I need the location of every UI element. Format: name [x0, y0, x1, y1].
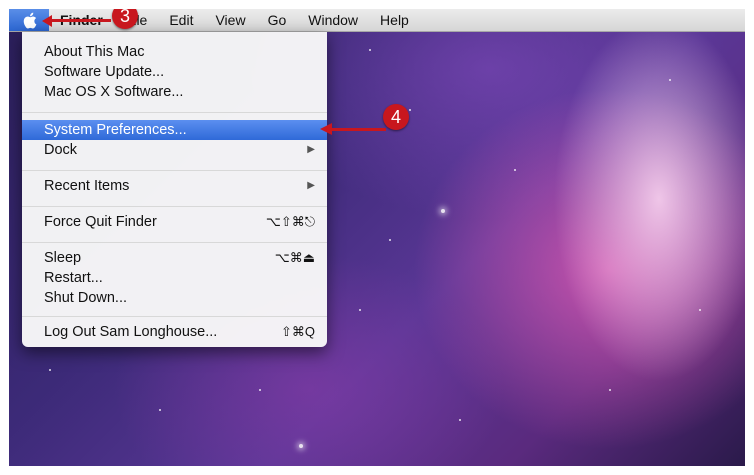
star: [49, 369, 51, 371]
star: [389, 239, 391, 241]
menu-item-dock[interactable]: Dock ▶: [22, 140, 327, 160]
menu-item-software-update[interactable]: Software Update...: [22, 62, 327, 82]
star: [669, 79, 671, 81]
star: [609, 389, 611, 391]
menu-item-sleep[interactable]: Sleep ⌥⌘⏏: [22, 248, 327, 268]
submenu-arrow-icon: ▶: [307, 180, 315, 191]
menu-item-label: Restart...: [44, 270, 103, 286]
star: [299, 444, 303, 448]
menu-help[interactable]: Help: [369, 9, 420, 31]
menu-item-recent-items[interactable]: Recent Items ▶: [22, 176, 327, 196]
menu-item-log-out[interactable]: Log Out Sam Longhouse... ⇧⌘Q: [22, 322, 327, 342]
star: [369, 49, 371, 51]
menu-item-shut-down[interactable]: Shut Down...: [22, 288, 327, 308]
menu-item-system-preferences[interactable]: System Preferences...: [22, 120, 327, 140]
menu-item-label: Recent Items: [44, 178, 130, 194]
menu-item-label: Log Out Sam Longhouse...: [44, 324, 218, 340]
menu-item-label: System Preferences...: [44, 122, 187, 138]
shortcut-label: ⌥⇧⌘⎋: [265, 214, 315, 229]
star: [159, 409, 161, 411]
menu-item-label: Software Update...: [44, 64, 165, 80]
menu-item-about-this-mac[interactable]: About This Mac: [22, 42, 327, 62]
menu-item-label: About This Mac: [44, 44, 145, 60]
star: [514, 169, 516, 171]
star: [409, 109, 411, 111]
menu-go[interactable]: Go: [257, 9, 298, 31]
menu-separator: [22, 242, 327, 243]
star: [699, 309, 701, 311]
menu-item-force-quit-finder[interactable]: Force Quit Finder ⌥⇧⌘⎋: [22, 212, 327, 232]
shortcut-label: ⌥⌘⏏: [274, 250, 315, 265]
menu-item-label: Force Quit Finder: [44, 214, 157, 230]
callout-step-4: 4: [383, 104, 409, 130]
submenu-arrow-icon: ▶: [307, 144, 315, 155]
menu-item-label: Mac OS X Software...: [44, 84, 184, 100]
menu-item-label: Dock: [44, 142, 78, 158]
star: [359, 309, 361, 311]
menu-item-mac-os-x-software[interactable]: Mac OS X Software...: [22, 82, 327, 102]
apple-menu-dropdown: About This Mac Software Update... Mac OS…: [22, 32, 327, 347]
menu-separator: [22, 112, 327, 113]
star: [459, 419, 461, 421]
menu-window[interactable]: Window: [297, 9, 369, 31]
callout-arrow-4-line: [331, 128, 386, 131]
menu-separator: [22, 316, 327, 317]
shortcut-label: ⇧⌘Q: [280, 324, 315, 339]
menu-separator: [22, 206, 327, 207]
menu-view[interactable]: View: [204, 9, 256, 31]
menu-separator: [22, 170, 327, 171]
callout-arrow-3-line: [51, 19, 111, 22]
menu-edit[interactable]: Edit: [158, 9, 204, 31]
menu-item-restart[interactable]: Restart...: [22, 268, 327, 288]
star: [441, 209, 445, 213]
star: [259, 389, 261, 391]
apple-icon: [23, 12, 36, 28]
menu-item-label: Sleep: [44, 250, 82, 266]
desktop: Finder File Edit View Go Window Help Abo…: [9, 9, 745, 466]
menu-item-label: Shut Down...: [44, 290, 128, 306]
